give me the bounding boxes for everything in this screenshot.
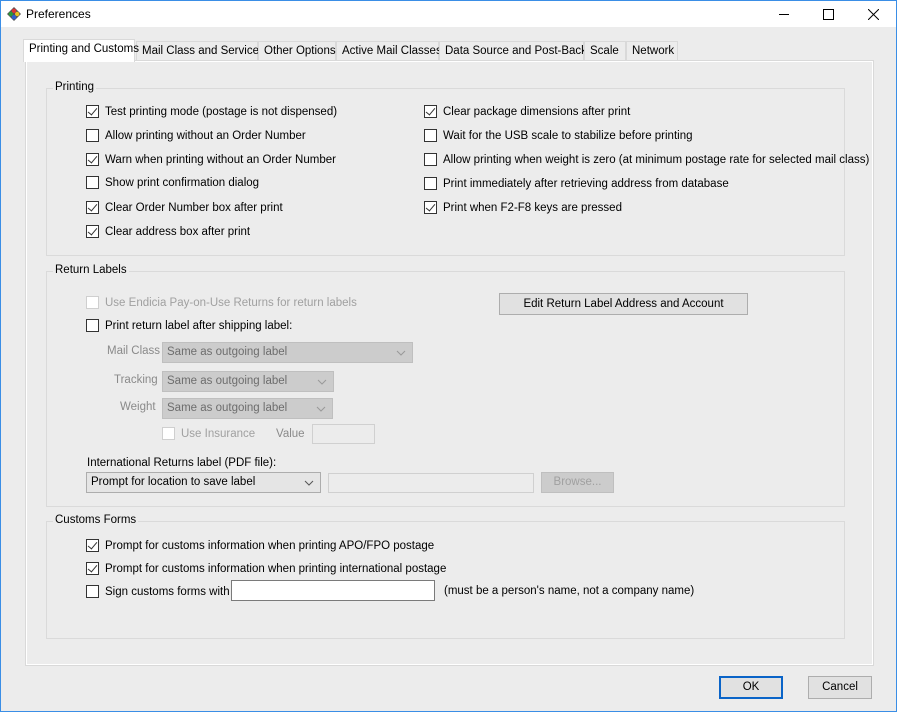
cancel-button[interactable]: Cancel	[808, 676, 872, 699]
print-f2-f8-checkbox[interactable]: Print when F2-F8 keys are pressed	[424, 201, 622, 214]
sign-customs-hint: (must be a person's name, not a company …	[444, 585, 695, 597]
tab-scale[interactable]: Scale	[584, 41, 626, 61]
customs-international-checkbox[interactable]: Prompt for customs information when prin…	[86, 562, 446, 575]
checkbox-box[interactable]	[86, 201, 99, 214]
printing-group: Printing Test printing mode (postage is …	[46, 81, 869, 256]
tab-mail-class-and-services[interactable]: Mail Class and Services	[136, 41, 265, 61]
intl-returns-path-input[interactable]	[328, 473, 534, 493]
checkbox-box[interactable]	[424, 153, 437, 166]
checkbox-box[interactable]	[86, 539, 99, 552]
allow-without-order-number-checkbox[interactable]: Allow printing without an Order Number	[86, 129, 306, 142]
checkbox-box[interactable]	[162, 427, 175, 440]
clear-order-number-checkbox[interactable]: Clear Order Number box after print	[86, 201, 283, 214]
tab-other-options[interactable]: Other Options	[258, 41, 336, 61]
printing-group-label: Printing	[53, 81, 96, 93]
checkbox-box[interactable]	[424, 129, 437, 142]
edit-return-label-button[interactable]: Edit Return Label Address and Account	[499, 293, 748, 315]
checkbox-box[interactable]	[86, 176, 99, 189]
customs-forms-group-label: Customs Forms	[53, 514, 139, 526]
return-labels-group: Return Labels Use Endicia Pay-on-Use Ret…	[46, 264, 845, 507]
sign-customs-name-input[interactable]	[231, 580, 435, 601]
print-return-label-checkbox[interactable]: Print return label after shipping label:	[86, 319, 292, 332]
chevron-down-icon	[317, 379, 327, 385]
return-mail-class-select[interactable]: Same as outgoing label	[162, 342, 413, 363]
title-bar: Preferences	[1, 1, 896, 27]
ok-button[interactable]: OK	[719, 676, 783, 699]
checkbox-box[interactable]	[424, 201, 437, 214]
clear-address-box-checkbox[interactable]: Clear address box after print	[86, 225, 250, 238]
checkbox-box[interactable]	[424, 177, 437, 190]
close-button[interactable]	[851, 1, 896, 27]
use-insurance-checkbox[interactable]: Use Insurance	[162, 427, 255, 440]
insurance-value-input[interactable]	[312, 424, 375, 444]
chevron-down-icon	[396, 350, 406, 356]
insurance-value-label: Value	[276, 428, 305, 440]
customs-apo-fpo-checkbox[interactable]: Prompt for customs information when prin…	[86, 539, 434, 552]
weight-label: Weight	[120, 401, 156, 413]
tab-network[interactable]: Network	[626, 41, 678, 61]
wait-usb-scale-checkbox[interactable]: Wait for the USB scale to stabilize befo…	[424, 129, 693, 142]
warn-without-order-number-checkbox[interactable]: Warn when printing without an Order Numb…	[86, 153, 336, 166]
window-title: Preferences	[26, 7, 91, 21]
chevron-down-icon	[304, 480, 314, 486]
minimize-button[interactable]	[761, 1, 806, 27]
intl-returns-select[interactable]: Prompt for location to save label	[86, 472, 321, 493]
show-print-confirmation-checkbox[interactable]: Show print confirmation dialog	[86, 176, 259, 189]
tab-panel-printing-and-customs: Printing Test printing mode (postage is …	[25, 60, 874, 666]
test-printing-mode-checkbox[interactable]: Test printing mode (postage is not dispe…	[86, 105, 337, 118]
checkbox-box[interactable]	[86, 585, 99, 598]
browse-button[interactable]: Browse...	[541, 472, 614, 493]
checkbox-box[interactable]	[86, 225, 99, 238]
close-icon	[868, 8, 879, 20]
preferences-window: Preferences Printing and Customs Mail Cl…	[0, 0, 897, 712]
sign-customs-forms-checkbox[interactable]: Sign customs forms with	[86, 585, 230, 598]
maximize-button[interactable]	[806, 1, 851, 27]
mail-class-label: Mail Class	[107, 345, 161, 357]
return-tracking-select[interactable]: Same as outgoing label	[162, 371, 334, 392]
print-immediately-checkbox[interactable]: Print immediately after retrieving addre…	[424, 177, 729, 190]
diamond-app-icon	[7, 7, 21, 21]
tab-data-source-and-post-back[interactable]: Data Source and Post-Back	[439, 41, 587, 61]
checkbox-box[interactable]	[86, 296, 99, 309]
tab-printing-and-customs[interactable]: Printing and Customs	[23, 39, 139, 62]
maximize-icon	[823, 8, 834, 20]
checkbox-box[interactable]	[86, 153, 99, 166]
checkbox-box[interactable]	[86, 129, 99, 142]
tab-active-mail-classes[interactable]: Active Mail Classes	[336, 41, 442, 61]
checkbox-box[interactable]	[86, 105, 99, 118]
tracking-label: Tracking	[114, 374, 158, 386]
clear-package-dimensions-checkbox[interactable]: Clear package dimensions after print	[424, 105, 630, 118]
checkbox-box[interactable]	[86, 319, 99, 332]
chevron-down-icon	[316, 406, 326, 412]
checkbox-box[interactable]	[424, 105, 437, 118]
checkbox-box[interactable]	[86, 562, 99, 575]
allow-zero-weight-checkbox[interactable]: Allow printing when weight is zero (at m…	[424, 153, 869, 166]
use-endicia-returns-checkbox[interactable]: Use Endicia Pay-on-Use Returns for retur…	[86, 296, 357, 309]
return-labels-group-label: Return Labels	[53, 264, 129, 276]
return-weight-select[interactable]: Same as outgoing label	[162, 398, 333, 419]
intl-returns-label: International Returns label (PDF file):	[87, 457, 277, 469]
customs-forms-group: Customs Forms Prompt for customs informa…	[46, 514, 845, 639]
minimize-icon	[778, 14, 789, 15]
